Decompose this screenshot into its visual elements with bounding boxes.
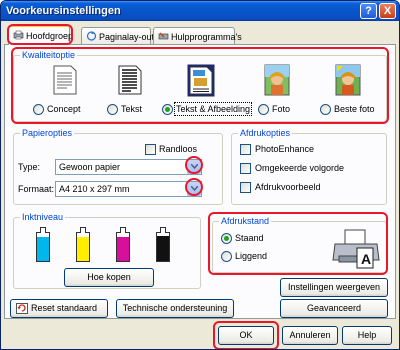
close-button[interactable]: X <box>379 3 396 19</box>
tab-hoofdgroep[interactable]: Hoofdgroep <box>8 25 74 45</box>
draft-page-icon[interactable] <box>52 64 78 96</box>
technical-support-button[interactable]: Technische ondersteuning <box>116 299 234 318</box>
chevron-down-icon[interactable] <box>186 182 201 196</box>
tab-label: Hulpprogramma's <box>171 32 242 42</box>
tab-page-hoofdgroep: Kwaliteitoptie Concept Tekst Tekst & Afb… <box>4 44 396 319</box>
quality-radio-tekst[interactable] <box>107 104 118 115</box>
reset-icon <box>16 303 28 314</box>
paper-type-select[interactable]: Gewoon papier <box>55 159 202 175</box>
paper-format-value: A4 210 x 297 mm <box>59 184 130 194</box>
borderless-checkbox[interactable] <box>145 144 156 155</box>
advanced-button[interactable]: Geavanceerd <box>280 299 388 318</box>
cancel-button[interactable]: Annuleren <box>282 326 338 345</box>
layout-tab-icon <box>86 31 97 41</box>
format-label: Formaat: <box>18 184 55 194</box>
reset-defaults-label: Reset standaard <box>31 303 98 313</box>
ink-level-group: Inktniveau Hoe kopen <box>13 212 201 289</box>
ink-bar-magenta <box>116 227 130 262</box>
photoenhance-label[interactable]: PhotoEnhance <box>255 144 314 154</box>
tab-label: Paginalay-out <box>99 32 155 42</box>
borderless-label[interactable]: Randloos <box>159 144 197 154</box>
help-title-button[interactable]: ? <box>360 3 377 19</box>
best-photo-icon[interactable] <box>335 64 361 96</box>
quality-label-foto[interactable]: Foto <box>272 104 290 114</box>
quality-radio-tekst-afbeelding[interactable] <box>162 104 173 115</box>
orientation-label-liggend[interactable]: Liggend <box>235 251 267 261</box>
orientation-radio-liggend[interactable] <box>221 251 232 262</box>
help-button[interactable]: Help <box>342 326 392 345</box>
svg-text:A: A <box>361 251 371 267</box>
paper-type-value: Gewoon papier <box>59 162 121 172</box>
paper-format-select[interactable]: A4 210 x 297 mm <box>55 181 202 197</box>
tab-label: Hoofdgroep <box>26 31 74 41</box>
window-title: Voorkeursinstellingen <box>6 5 121 17</box>
tab-hulpprogrammas[interactable]: Hulpprogramma's <box>153 27 242 44</box>
print-preview-checkbox[interactable] <box>240 182 251 193</box>
orientation-radio-staand[interactable] <box>221 233 232 244</box>
ink-bar-cyan <box>36 227 50 262</box>
ok-button[interactable]: OK <box>218 326 274 345</box>
photoenhance-checkbox[interactable] <box>240 144 251 155</box>
ink-group-label: Inktniveau <box>20 212 66 223</box>
reverse-order-label[interactable]: Omgekeerde volgorde <box>255 163 344 173</box>
preferences-dialog: Voorkeursinstellingen ? X Hoofdgroep Pag… <box>0 0 400 350</box>
reset-defaults-button[interactable]: Reset standaard <box>10 299 108 318</box>
type-label: Type: <box>18 162 41 172</box>
paper-group-label: Papieropties <box>20 128 75 139</box>
paper-options-group: Papieropties Randloos Type: Gewoon papie… <box>13 128 223 205</box>
utility-tab-icon <box>158 32 169 40</box>
printer-tab-icon <box>13 30 24 40</box>
quality-radio-foto[interactable] <box>258 104 269 115</box>
title-bar[interactable]: Voorkeursinstellingen ? X <box>1 1 399 21</box>
orientation-group-label: Afdrukstand <box>219 216 272 227</box>
tab-strip: Hoofdgroep Paginalay-out Hulpprogramma's <box>1 23 399 45</box>
quality-label-concept[interactable]: Concept <box>47 104 81 114</box>
quality-label-tekst-afbeelding[interactable]: Tekst & Afbeelding <box>173 102 253 116</box>
print-options-group-label: Afdrukopties <box>238 128 293 139</box>
photo-icon[interactable] <box>264 64 290 96</box>
show-settings-button[interactable]: Instellingen weergeven <box>280 278 388 297</box>
quality-label-beste-foto[interactable]: Beste foto <box>334 104 375 114</box>
text-image-page-icon[interactable] <box>187 64 215 97</box>
quality-group-label: Kwaliteitoptie <box>20 50 78 61</box>
chevron-down-icon[interactable] <box>186 160 201 174</box>
quality-radio-concept[interactable] <box>33 104 44 115</box>
how-to-buy-button[interactable]: Hoe kopen <box>64 268 154 287</box>
quality-group: Kwaliteitoptie Concept Tekst Tekst & Afb… <box>13 50 387 122</box>
print-preview-label[interactable]: Afdrukvoorbeeld <box>255 182 321 192</box>
tab-paginalay-out[interactable]: Paginalay-out <box>81 27 155 44</box>
orientation-label-staand[interactable]: Staand <box>235 233 264 243</box>
printer-portrait-icon: A <box>332 229 380 269</box>
orientation-group: Afdrukstand Staand Liggend A <box>212 216 387 273</box>
reverse-order-checkbox[interactable] <box>240 163 251 174</box>
quality-label-tekst[interactable]: Tekst <box>121 104 142 114</box>
ink-bar-yellow <box>76 227 90 262</box>
ink-bar-black <box>156 227 170 262</box>
text-page-icon[interactable] <box>117 64 143 96</box>
quality-radio-beste-foto[interactable] <box>320 104 331 115</box>
print-options-group: Afdrukopties PhotoEnhance Omgekeerde vol… <box>231 128 387 205</box>
